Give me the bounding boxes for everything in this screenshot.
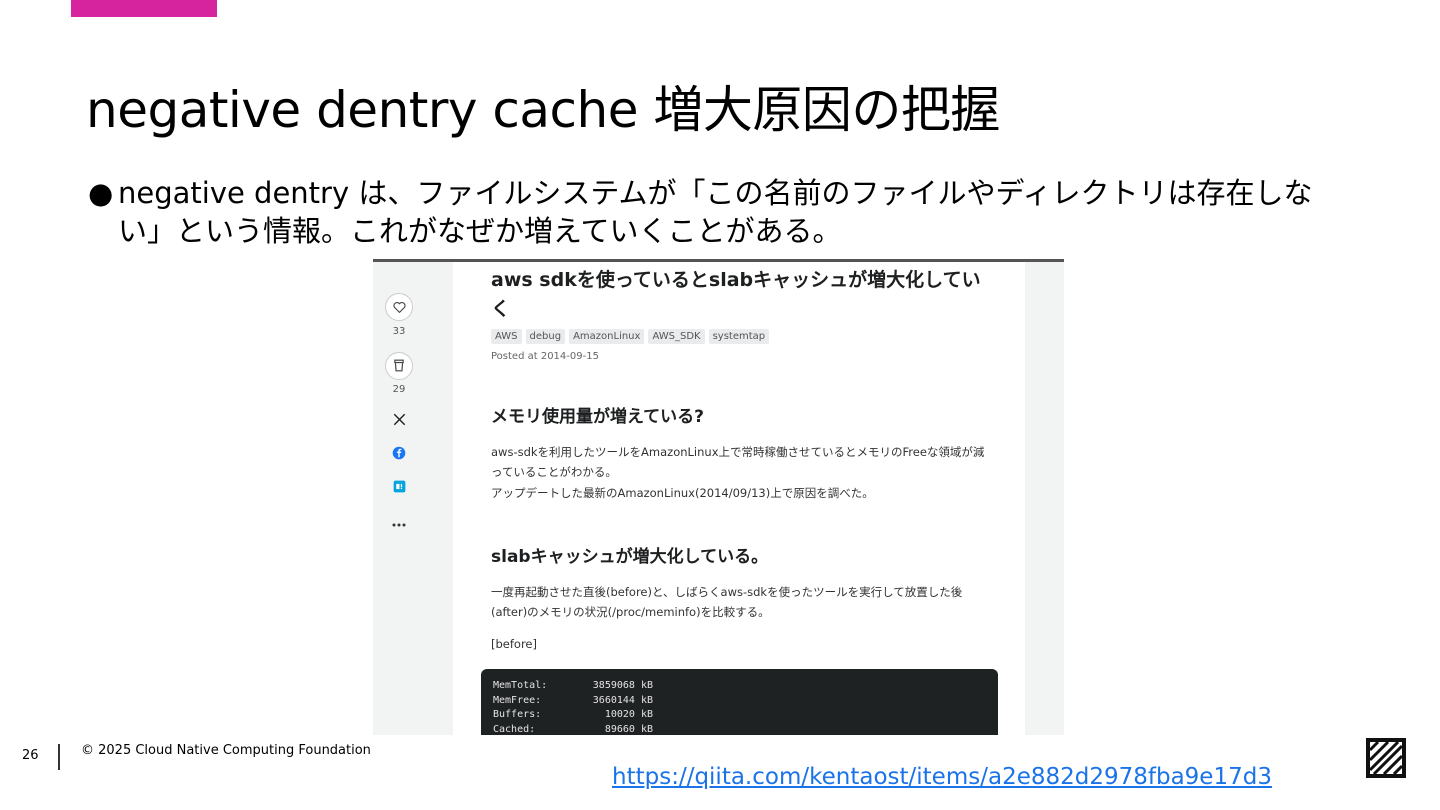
stock-button[interactable] — [385, 352, 413, 380]
bullet-marker: ● — [88, 176, 114, 210]
page-number: 26 — [22, 748, 39, 763]
slide-title: negative dentry cache 増大原因の把握 — [86, 81, 1000, 139]
article-title: aws sdkを使っているとslabキャッシュが増大化していく — [491, 269, 981, 320]
stock-count: 29 — [392, 384, 406, 395]
tag-debug[interactable]: debug — [525, 329, 566, 344]
cncf-logo-icon — [1366, 738, 1406, 778]
code-value: 3660144 kB — [592, 694, 653, 706]
code-row: Cached: 89660 kB — [493, 723, 986, 736]
article-content: aws sdkを使っているとslabキャッシュが増大化していく AWS debu… — [453, 262, 1025, 735]
code-block-meminfo: MemTotal: 3859068 kB MemFree: 3660144 kB B… — [481, 669, 998, 735]
facebook-share-button[interactable] — [389, 444, 409, 464]
tag-aws-sdk[interactable]: AWS_SDK — [648, 329, 705, 344]
before-label: [before] — [491, 637, 537, 651]
accent-bar — [71, 0, 217, 17]
section-paragraph-memory-2: アップデートした最新のAmazonLinux(2014/09/13)上で原因を調… — [491, 486, 874, 500]
section-heading-memory: メモリ使用量が増えている? — [491, 407, 705, 427]
code-key: Buffers: — [493, 709, 542, 720]
tag-amazonlinux[interactable]: AmazonLinux — [569, 329, 645, 344]
code-row: MemFree: 3660144 kB — [493, 694, 986, 709]
section-heading-slab: slabキャッシュが増大化している。 — [491, 547, 769, 567]
posted-date: Posted at 2014-09-15 — [491, 351, 599, 362]
more-icon — [392, 512, 406, 531]
source-link[interactable]: https://qiita.com/kentaost/items/a2e882d… — [612, 764, 1272, 790]
section-paragraph-memory-1: aws-sdkを利用したツールをAmazonLinux上で常時稼働させているとメ… — [491, 445, 985, 479]
bullet-text: negative dentry は、ファイルシステムが「この名前のファイルやディ… — [118, 176, 1313, 248]
stock-icon — [393, 357, 405, 376]
hatena-share-button[interactable] — [389, 477, 409, 497]
article-tags: AWS debug AmazonLinux AWS_SDK systemtap — [491, 329, 770, 344]
code-row: Buffers: 10020 kB — [493, 708, 986, 723]
code-value: 89660 kB — [604, 723, 653, 735]
like-count: 33 — [392, 326, 406, 337]
code-key: Cached: — [493, 723, 536, 735]
hatena-icon — [393, 478, 406, 497]
like-button[interactable] — [385, 293, 413, 321]
section-paragraph-slab: 一度再起動させた直後(before)と、しばらくaws-sdkを使ったツールを実… — [491, 585, 963, 619]
copyright-text: © 2025 Cloud Native Computing Foundation — [81, 743, 371, 758]
code-value: 3859068 kB — [592, 680, 653, 691]
code-key: MemFree: — [493, 694, 542, 706]
article-action-sidebar: 33 29 — [373, 262, 453, 735]
tag-systemtap[interactable]: systemtap — [708, 329, 770, 344]
code-row: MemTotal: 3859068 kB — [493, 679, 986, 694]
facebook-icon — [392, 445, 406, 464]
bullet-item: ● negative dentry は、ファイルシステムが「この名前のファイルや… — [88, 174, 1338, 250]
code-key: MemTotal: — [493, 680, 548, 691]
x-share-button[interactable] — [389, 410, 409, 430]
footer-divider — [58, 744, 60, 770]
code-value: 10020 kB — [604, 709, 653, 720]
tag-aws[interactable]: AWS — [491, 329, 522, 344]
x-icon — [393, 411, 406, 430]
heart-icon — [393, 298, 406, 317]
embedded-screenshot: 33 29 aws sdkを使っているとslabキャッシュが増大化していく AW… — [373, 259, 1064, 735]
more-options-button[interactable] — [389, 511, 409, 531]
